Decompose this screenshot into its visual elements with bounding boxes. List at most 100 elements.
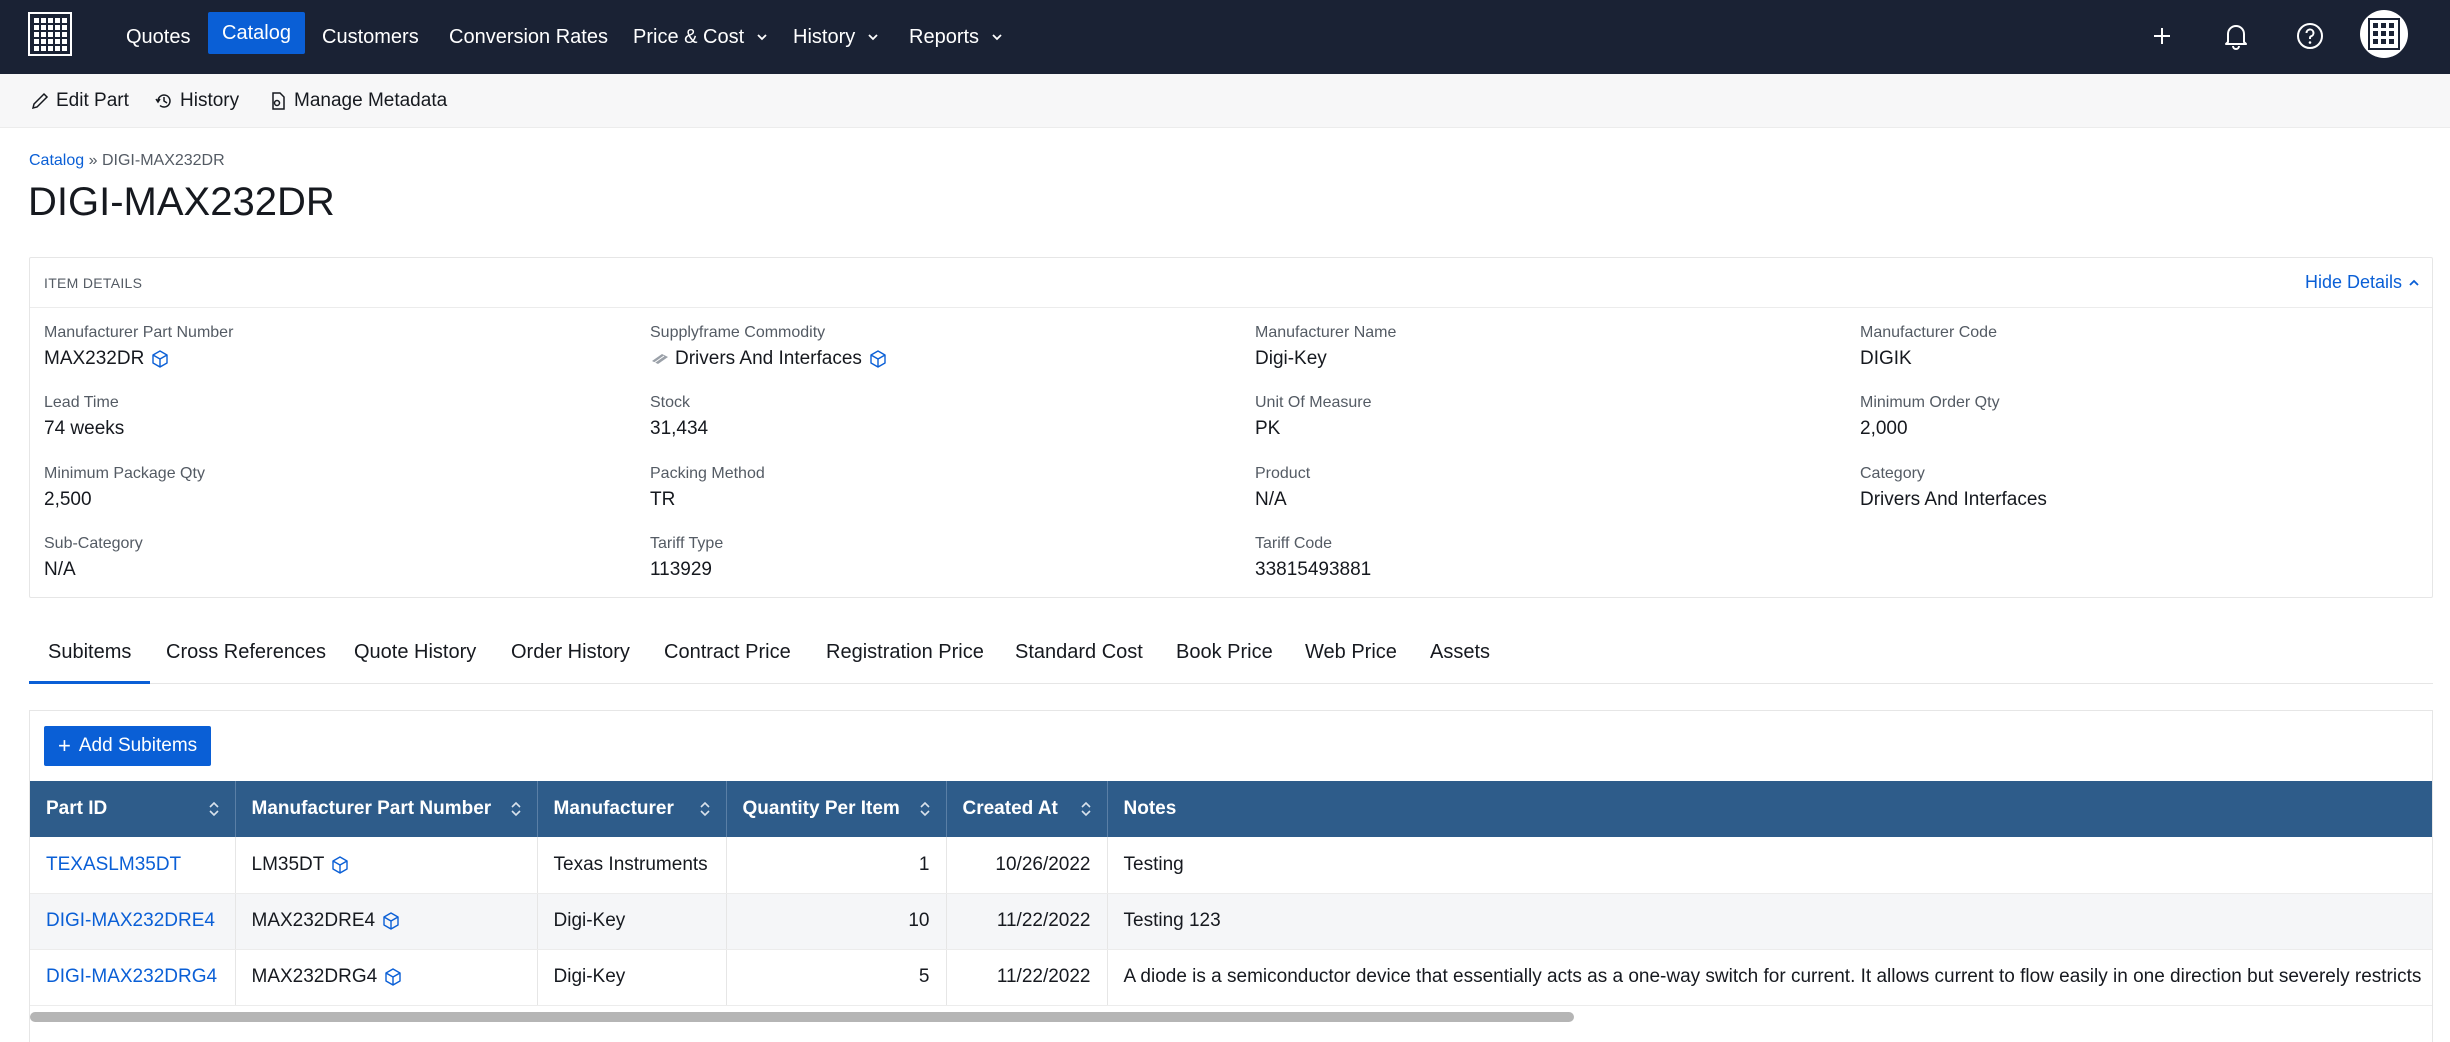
sort-icon [1080, 801, 1091, 817]
field-value: Drivers And Interfaces [1860, 489, 2047, 510]
breadcrumb-catalog-link[interactable]: Catalog [29, 152, 84, 169]
field-minimum-package-qty: Minimum Package Qty 2,500 [44, 465, 205, 511]
plus-icon: + [58, 733, 71, 758]
history-label: History [180, 90, 240, 111]
column-header-part-id[interactable]: Part ID [30, 781, 236, 837]
manage-metadata-button[interactable]: Manage Metadata [268, 74, 447, 128]
column-header-manufacturer[interactable]: Manufacturer [537, 781, 727, 837]
nav-quotes[interactable]: Quotes [126, 0, 190, 74]
item-details-title: ITEM DETAILS [44, 275, 143, 291]
part-id-link[interactable]: DIGI-MAX232DRE4 [46, 910, 215, 931]
field-value: Digi-Key [1255, 348, 1327, 369]
subitems-table: Part ID Manufacturer Part Number Manufac… [30, 781, 2432, 1006]
cube-icon[interactable] [381, 911, 401, 931]
nav-history[interactable]: History [793, 0, 879, 74]
help-icon[interactable] [2290, 16, 2330, 56]
edit-part-button[interactable]: Edit Part [30, 74, 129, 128]
plus-icon[interactable] [2142, 16, 2182, 56]
field-label: Product [1255, 465, 1311, 482]
chevron-down-icon [868, 34, 878, 41]
field-label: Stock [650, 394, 691, 411]
field-value: 2,500 [44, 489, 92, 510]
tab-quote-history[interactable]: Quote History [354, 622, 476, 684]
chevron-down-icon [992, 34, 1002, 41]
field-product: Product N/A [1255, 465, 1310, 511]
cube-icon[interactable] [150, 349, 170, 369]
commodity-chip-icon [652, 354, 668, 364]
tab-assets[interactable]: Assets [1430, 622, 1490, 684]
nav-price-cost[interactable]: Price & Cost [633, 0, 768, 74]
column-header-quantity-per-item[interactable]: Quantity Per Item [726, 781, 947, 837]
nav-conversion-rates-label: Conversion Rates [449, 25, 608, 48]
field-label: Supplyframe Commodity [650, 324, 826, 341]
edit-part-label: Edit Part [56, 90, 129, 111]
history-button[interactable]: History [154, 74, 239, 128]
field-value: Drivers And Interfaces [675, 348, 862, 369]
field-label: Manufacturer Code [1860, 324, 1997, 341]
part-id-link[interactable]: DIGI-MAX232DRG4 [46, 966, 217, 987]
action-toolbar: Edit Part History Manage Metadata [0, 74, 2450, 128]
field-value: 33815493881 [1255, 559, 1372, 580]
field-value: PK [1255, 418, 1281, 439]
nav-reports[interactable]: Reports [909, 0, 1003, 74]
page-title: DIGI-MAX232DR [28, 180, 335, 224]
manufacturer-value: Texas Instruments [537, 837, 727, 894]
sort-icon [208, 801, 219, 817]
field-label: Unit Of Measure [1255, 394, 1372, 411]
created-at-value: 11/22/2022 [946, 949, 1108, 1006]
cube-icon[interactable] [868, 349, 888, 369]
mpn-value: LM35DT [251, 853, 325, 875]
manage-metadata-label: Manage Metadata [294, 90, 448, 111]
field-value: N/A [44, 559, 76, 580]
chevron-down-icon [757, 34, 767, 41]
field-value: DIGIK [1860, 348, 1912, 369]
tab-subitems[interactable]: Subitems [29, 622, 151, 684]
field-stock: Stock 31,434 [650, 394, 708, 440]
notes-value: Testing [1107, 837, 2432, 894]
tab-order-history[interactable]: Order History [511, 622, 630, 684]
column-header-created-at[interactable]: Created At [946, 781, 1108, 837]
tab-standard-cost[interactable]: Standard Cost [1015, 622, 1143, 684]
user-avatar[interactable] [2360, 10, 2408, 58]
column-header-notes[interactable]: Notes [1107, 781, 2432, 837]
app-grid-logo-icon[interactable] [28, 12, 72, 56]
bell-icon[interactable] [2216, 16, 2256, 56]
mpn-value: MAX232DRE4 [251, 910, 376, 931]
field-label: Lead Time [44, 394, 119, 411]
tab-book-price[interactable]: Book Price [1176, 622, 1273, 684]
created-at-value: 10/26/2022 [946, 837, 1108, 894]
cube-icon[interactable] [330, 855, 350, 875]
manufacturer-value: Digi-Key [537, 949, 727, 1006]
history-icon [155, 94, 171, 108]
field-label: Minimum Order Qty [1860, 394, 2000, 411]
nav-catalog[interactable]: Catalog [208, 12, 305, 54]
nav-conversion-rates[interactable]: Conversion Rates [449, 0, 608, 74]
field-label: Minimum Package Qty [44, 465, 205, 482]
chevron-up-icon [2409, 279, 2419, 286]
top-navigation-bar: Quotes Catalog Customers Conversion Rate… [0, 0, 2450, 74]
mpn-value: MAX232DRG4 [251, 966, 378, 987]
notes-value: A diode is a semiconductor device that e… [1107, 949, 2432, 1006]
tab-registration-price[interactable]: Registration Price [826, 622, 984, 684]
tab-web-price[interactable]: Web Price [1305, 622, 1397, 684]
field-value: TR [650, 489, 676, 510]
table-row: DIGI-MAX232DRE4 MAX232DRE4 Digi-Key 10 1… [30, 893, 2432, 950]
nav-customers[interactable]: Customers [322, 0, 419, 74]
breadcrumb: Catalog » DIGI-MAX232DR [29, 152, 225, 170]
tab-cross-references[interactable]: Cross References [166, 622, 326, 684]
field-supplyframe-commodity: Supplyframe Commodity Drivers And Interf… [650, 324, 888, 370]
hide-details-button[interactable]: Hide Details [2305, 272, 2420, 293]
field-value: 74 weeks [44, 418, 125, 439]
manufacturer-value: Digi-Key [537, 893, 727, 950]
breadcrumb-current: DIGI-MAX232DR [101, 152, 225, 169]
subitems-panel: + Add Subitems Part ID Manufacturer Part… [29, 710, 2433, 1042]
part-id-link[interactable]: TEXASLM35DT [46, 854, 181, 875]
field-label: Sub-Category [44, 535, 143, 552]
cube-icon[interactable] [383, 967, 403, 987]
tab-contract-price[interactable]: Contract Price [664, 622, 791, 684]
column-header-manufacturer-part-number[interactable]: Manufacturer Part Number [235, 781, 538, 837]
field-value: MAX232DR [44, 348, 145, 369]
table-row: TEXASLM35DT LM35DT Texas Instruments 1 1… [30, 837, 2432, 894]
horizontal-scrollbar[interactable] [30, 1012, 1574, 1022]
add-subitems-button[interactable]: + Add Subitems [44, 726, 212, 766]
